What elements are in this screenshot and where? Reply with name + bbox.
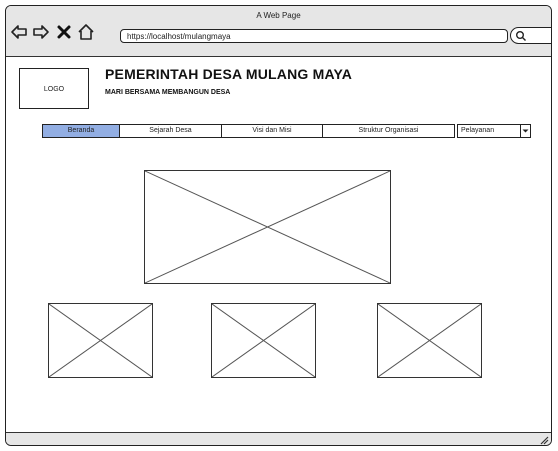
status-bar bbox=[6, 432, 551, 445]
main-nav: Beranda Sejarah Desa Visi dan Misi Struk… bbox=[42, 124, 455, 138]
logo-placeholder: LOGO bbox=[19, 68, 89, 109]
image-placeholder-3 bbox=[377, 303, 482, 378]
page-title: PEMERINTAH DESA MULANG MAYA bbox=[105, 66, 353, 82]
image-placeholder-hero bbox=[144, 170, 391, 284]
browser-toolbar: A Web Page https://localhost/mulangmaya bbox=[6, 6, 551, 57]
window-title: A Web Page bbox=[256, 11, 301, 20]
pelayanan-dropdown[interactable]: Pelayanan bbox=[457, 124, 531, 138]
chevron-down-icon[interactable] bbox=[520, 124, 531, 138]
resize-grip-icon[interactable] bbox=[539, 435, 549, 445]
nav-item-visi-dan-misi[interactable]: Visi dan Misi bbox=[221, 124, 323, 138]
back-arrow-icon[interactable] bbox=[10, 23, 28, 41]
page-subtitle: MARI BERSAMA MEMBANGUN DESA bbox=[105, 89, 231, 96]
nav-item-beranda[interactable]: Beranda bbox=[42, 124, 120, 138]
close-icon[interactable] bbox=[55, 23, 73, 41]
nav-item-struktur-organisasi[interactable]: Struktur Organisasi bbox=[322, 124, 455, 138]
address-bar[interactable]: https://localhost/mulangmaya bbox=[120, 29, 508, 43]
image-placeholder-2 bbox=[211, 303, 316, 378]
dropdown-value: Pelayanan bbox=[461, 127, 495, 134]
forward-arrow-icon[interactable] bbox=[32, 23, 50, 41]
browser-window: A Web Page https://localhost/mulangmaya … bbox=[5, 5, 552, 446]
image-placeholder-1 bbox=[48, 303, 153, 378]
home-icon[interactable] bbox=[77, 23, 95, 41]
nav-item-sejarah-desa[interactable]: Sejarah Desa bbox=[119, 124, 222, 138]
search-field[interactable] bbox=[510, 27, 551, 44]
search-icon bbox=[516, 31, 526, 41]
